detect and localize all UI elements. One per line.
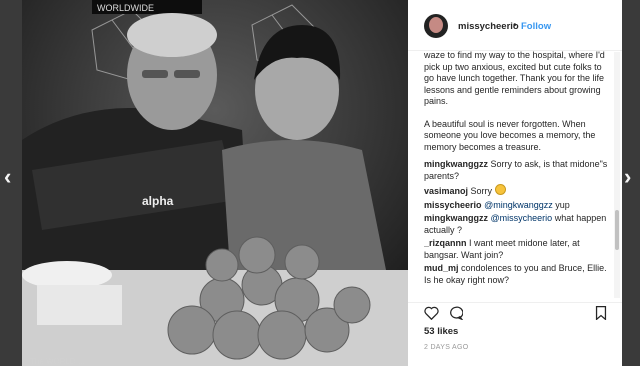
post-detail-panel: missycheerio • Follow waze to find my wa… xyxy=(408,0,622,366)
avatar[interactable] xyxy=(424,14,448,38)
comment-mention[interactable]: @mingkwanggzz xyxy=(484,200,553,210)
likes-count[interactable]: 53 likes xyxy=(424,326,458,337)
comment-username[interactable]: missycheerio xyxy=(424,200,482,210)
comments-list[interactable]: waze to find my way to the hospital, whe… xyxy=(424,50,612,302)
list-item: mingkwanggzz @missycheerio what happen a… xyxy=(424,213,612,236)
post-photo[interactable]: WORLDWIDE alpha The WORLD ... xyxy=(22,0,408,366)
comment-mention[interactable]: @missycheerio xyxy=(491,213,553,223)
comment-username[interactable]: _rizqannn xyxy=(424,238,467,248)
comments-scrollbar[interactable] xyxy=(614,52,620,298)
post-username[interactable]: missycheerio xyxy=(458,21,519,32)
list-item: vasimanoj Sorry xyxy=(424,184,612,198)
comment-icon[interactable] xyxy=(448,306,464,325)
comment-username[interactable]: vasimanoj xyxy=(424,186,468,196)
comment-username[interactable]: mingkwanggzz xyxy=(424,213,488,223)
scrollbar-thumb[interactable] xyxy=(615,210,619,250)
comment-username[interactable]: mud_mj xyxy=(424,263,459,273)
caption-text: waze to find my way to the hospital, whe… xyxy=(424,50,605,106)
comment-text: yup xyxy=(555,199,570,210)
caption-text-2: A beautiful soul is never forgotten. Whe… xyxy=(424,118,596,152)
heart-icon[interactable] xyxy=(424,306,439,325)
follow-button[interactable]: Follow xyxy=(521,21,551,32)
list-item: mingkwanggzz Sorry to ask, is that midon… xyxy=(424,159,612,182)
chevron-left-icon[interactable]: ‹ xyxy=(4,164,11,190)
photo-overlay-caption: The WORLD ... xyxy=(30,357,85,366)
list-item: mud_mj condolences to you and Bruce, Ell… xyxy=(424,263,612,286)
bookmark-icon[interactable] xyxy=(595,306,607,325)
actions-bar xyxy=(408,302,622,325)
comment-username[interactable]: mingkwanggzz xyxy=(424,159,488,169)
chevron-right-icon[interactable]: › xyxy=(624,164,631,190)
jersey-text: alpha xyxy=(142,194,174,208)
sign-text: WORLDWIDE xyxy=(97,3,154,13)
list-item: missycheerio @mingkwanggzz yup xyxy=(424,200,612,212)
post-timestamp[interactable]: 2 DAYS AGO xyxy=(424,344,469,351)
smiley-icon xyxy=(494,184,506,195)
post-header: missycheerio • Follow xyxy=(408,0,622,51)
separator-dot: • xyxy=(513,20,517,31)
list-item: _rizqannn I want meet midone later, at b… xyxy=(424,238,612,261)
comment-text: Sorry xyxy=(470,186,493,196)
